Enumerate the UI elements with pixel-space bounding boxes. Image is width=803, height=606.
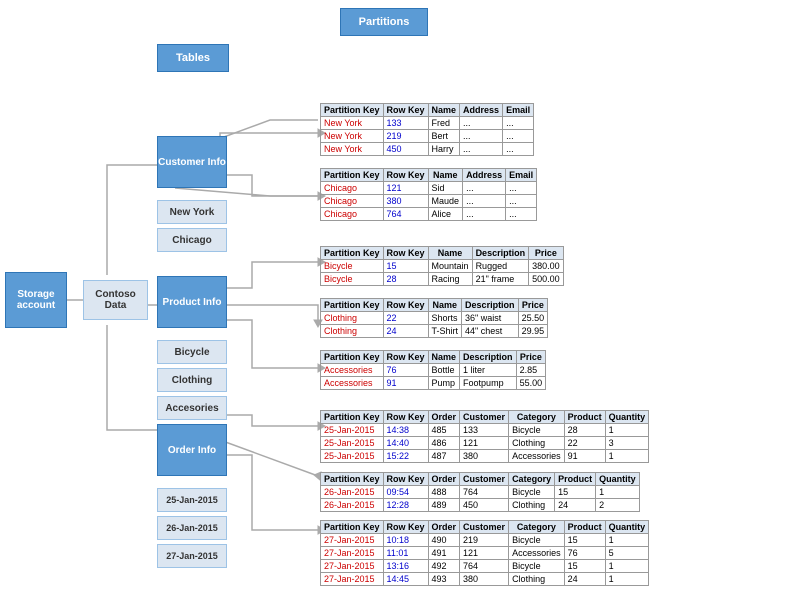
product-info-box: Product Info: [157, 276, 227, 328]
clothing-box: Clothing: [157, 368, 227, 392]
table-row: New York133Fred......: [321, 117, 534, 130]
table-row: 25-Jan-201514:40486121Clothing223: [321, 437, 649, 450]
bicycle-box: Bicycle: [157, 340, 227, 364]
table-row: 27-Jan-201513:16492764Bicycle151: [321, 560, 649, 573]
table-row: 27-Jan-201511:01491121Accessories765: [321, 547, 649, 560]
partitions-label-box: Partitions: [340, 8, 428, 36]
product-cl-table: Partition Key Row Key Name Description P…: [320, 298, 548, 338]
table-row: 25-Jan-201514:38485133Bicycle281: [321, 424, 649, 437]
table-row: Accessories76Bottle1 liter2.85: [321, 364, 546, 377]
table-row: 27-Jan-201510:18490219Bicycle151: [321, 534, 649, 547]
storage-account-box: Storage account: [5, 272, 67, 328]
table-row: 27-Jan-201514:45493380Clothing241: [321, 573, 649, 586]
order-25-table: Partition Key Row Key Order Customer Cat…: [320, 410, 649, 463]
accessories-box: Accesories: [157, 396, 227, 420]
table-row: 26-Jan-201512:28489450Clothing242: [321, 499, 640, 512]
product-ac-table: Partition Key Row Key Name Description P…: [320, 350, 546, 390]
table-row: Clothing24T-Shirt44" chest29.95: [321, 325, 548, 338]
jan27-box: 27-Jan-2015: [157, 544, 227, 568]
order-27-table: Partition Key Row Key Order Customer Cat…: [320, 520, 649, 586]
table-row: Chicago121Sid......: [321, 182, 537, 195]
table-row: New York219Bert......: [321, 130, 534, 143]
chicago-box: Chicago: [157, 228, 227, 252]
diagram: Storage account Contoso Data Tables Part…: [0, 0, 803, 606]
customer-ch-table: Partition Key Row Key Name Address Email…: [320, 168, 537, 221]
table-row: Bicycle28Racing21" frame500.00: [321, 273, 564, 286]
table-row: Bicycle15MountainRugged380.00: [321, 260, 564, 273]
new-york-box: New York: [157, 200, 227, 224]
customer-info-box: Customer Info: [157, 136, 227, 188]
customer-ny-table: Partition Key Row Key Name Address Email…: [320, 103, 534, 156]
table-row: Chicago764Alice......: [321, 208, 537, 221]
jan25-box: 25-Jan-2015: [157, 488, 227, 512]
table-row: 25-Jan-201515:22487380Accessories911: [321, 450, 649, 463]
table-row: 26-Jan-201509:54488764Bicycle151: [321, 486, 640, 499]
order-26-table: Partition Key Row Key Order Customer Cat…: [320, 472, 640, 512]
table-row: New York450Harry......: [321, 143, 534, 156]
order-info-box: Order Info: [157, 424, 227, 476]
table-row: Chicago380Maude......: [321, 195, 537, 208]
jan26-box: 26-Jan-2015: [157, 516, 227, 540]
tables-label-box: Tables: [157, 44, 229, 72]
product-bi-table: Partition Key Row Key Name Description P…: [320, 246, 564, 286]
table-row: Clothing22Shorts36" waist25.50: [321, 312, 548, 325]
table-row: Accessories91PumpFootpump55.00: [321, 377, 546, 390]
contoso-data-box: Contoso Data: [83, 280, 148, 320]
